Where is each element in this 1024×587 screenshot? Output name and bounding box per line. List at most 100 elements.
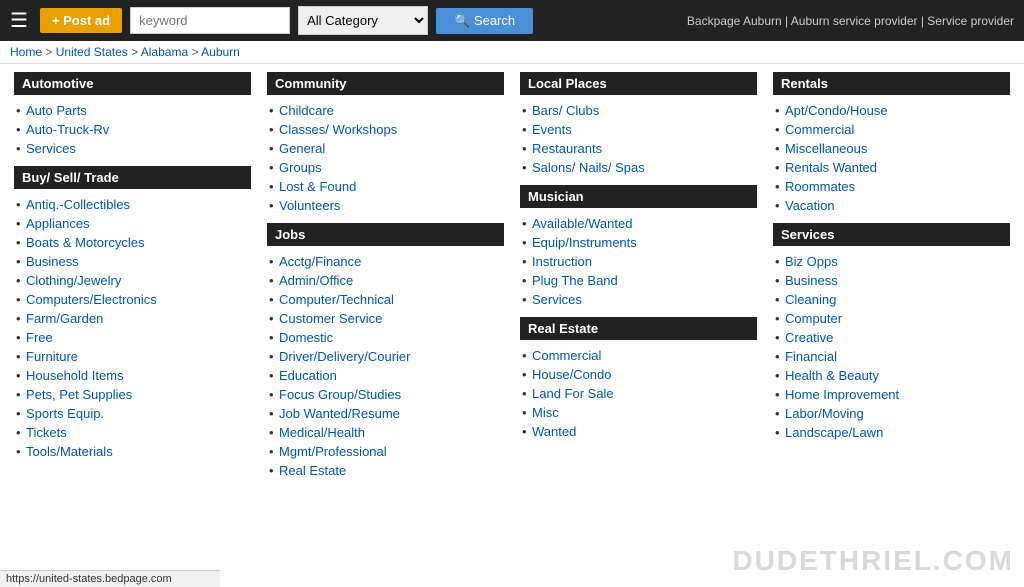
category-link[interactable]: Customer Service bbox=[279, 311, 382, 326]
category-link[interactable]: Furniture bbox=[26, 349, 78, 364]
list-item: Wanted bbox=[520, 422, 757, 441]
category-link[interactable]: Appliances bbox=[26, 216, 90, 231]
category-link[interactable]: Free bbox=[26, 330, 53, 345]
category-link[interactable]: Childcare bbox=[279, 103, 334, 118]
list-item: Creative bbox=[773, 328, 1010, 347]
category-link[interactable]: Available/Wanted bbox=[532, 216, 632, 231]
category-link[interactable]: Sports Equip. bbox=[26, 406, 104, 421]
category-list-4-1: Apt/Condo/House Commercial Miscellaneous Re… bbox=[773, 101, 1010, 215]
category-link[interactable]: Computer bbox=[785, 311, 842, 326]
category-link[interactable]: Instruction bbox=[532, 254, 592, 269]
category-link[interactable]: House/Condo bbox=[532, 367, 612, 382]
category-link[interactable]: Antiq.-Collectibles bbox=[26, 197, 130, 212]
breadcrumb-united-states[interactable]: United States bbox=[56, 45, 128, 59]
category-link[interactable]: Tickets bbox=[26, 425, 67, 440]
section-header-4-2: Services bbox=[773, 223, 1010, 246]
category-select[interactable]: All Category bbox=[298, 6, 428, 35]
list-item: Boats & Motorcycles bbox=[14, 233, 251, 252]
category-link[interactable]: Rentals Wanted bbox=[785, 160, 877, 175]
list-item: Commercial bbox=[773, 120, 1010, 139]
category-link[interactable]: Services bbox=[26, 141, 76, 156]
list-item: Clothing/Jewelry bbox=[14, 271, 251, 290]
category-link[interactable]: Lost & Found bbox=[279, 179, 356, 194]
category-link[interactable]: Pets, Pet Supplies bbox=[26, 387, 132, 402]
category-link[interactable]: Services bbox=[532, 292, 582, 307]
list-item: Roommates bbox=[773, 177, 1010, 196]
category-link[interactable]: Health & Beauty bbox=[785, 368, 879, 383]
category-link[interactable]: Events bbox=[532, 122, 572, 137]
category-link[interactable]: Auto Parts bbox=[26, 103, 87, 118]
category-link[interactable]: Labor/Moving bbox=[785, 406, 864, 421]
category-link[interactable]: Financial bbox=[785, 349, 837, 364]
list-item: Cleaning bbox=[773, 290, 1010, 309]
search-button[interactable]: 🔍 Search bbox=[436, 8, 533, 34]
category-link[interactable]: Focus Group/Studies bbox=[279, 387, 401, 402]
category-link[interactable]: Groups bbox=[279, 160, 322, 175]
category-link[interactable]: Commercial bbox=[532, 348, 601, 363]
list-item: Admin/Office bbox=[267, 271, 504, 290]
category-link[interactable]: Wanted bbox=[532, 424, 576, 439]
list-item: House/Condo bbox=[520, 365, 757, 384]
list-item: Groups bbox=[267, 158, 504, 177]
list-item: Auto Parts bbox=[14, 101, 251, 120]
category-link[interactable]: Vacation bbox=[785, 198, 835, 213]
list-item: Financial bbox=[773, 347, 1010, 366]
category-link[interactable]: Domestic bbox=[279, 330, 333, 345]
category-link[interactable]: Farm/Garden bbox=[26, 311, 103, 326]
category-link[interactable]: Computer/Technical bbox=[279, 292, 394, 307]
category-link[interactable]: Medical/Health bbox=[279, 425, 365, 440]
category-list-2-2: Acctg/Finance Admin/Office Computer/Techni… bbox=[267, 252, 504, 480]
category-link[interactable]: Roommates bbox=[785, 179, 855, 194]
breadcrumb: Home > United States > Alabama > Auburn bbox=[0, 41, 1024, 64]
category-link[interactable]: Clothing/Jewelry bbox=[26, 273, 121, 288]
category-link[interactable]: Boats & Motorcycles bbox=[26, 235, 145, 250]
breadcrumb-home[interactable]: Home bbox=[10, 45, 42, 59]
hamburger-icon[interactable]: ☰ bbox=[10, 8, 28, 33]
category-link[interactable]: Miscellaneous bbox=[785, 141, 867, 156]
category-link[interactable]: Acctg/Finance bbox=[279, 254, 361, 269]
category-link[interactable]: Equip/Instruments bbox=[532, 235, 637, 250]
category-link[interactable]: Apt/Condo/House bbox=[785, 103, 888, 118]
topbar: ☰ + Post ad All Category 🔍 Search Backpa… bbox=[0, 0, 1024, 41]
category-link[interactable]: Home Improvement bbox=[785, 387, 899, 402]
category-link[interactable]: Cleaning bbox=[785, 292, 836, 307]
category-link[interactable]: Plug The Band bbox=[532, 273, 618, 288]
breadcrumb-auburn[interactable]: Auburn bbox=[201, 45, 240, 59]
keyword-input[interactable] bbox=[130, 7, 290, 34]
category-link[interactable]: Landscape/Lawn bbox=[785, 425, 883, 440]
post-ad-button[interactable]: + Post ad bbox=[40, 8, 122, 33]
category-link[interactable]: Business bbox=[785, 273, 838, 288]
site-title: Backpage Auburn | Auburn service provide… bbox=[687, 14, 1014, 28]
list-item: Misc bbox=[520, 403, 757, 422]
category-link[interactable]: Volunteers bbox=[279, 198, 340, 213]
list-item: Tools/Materials bbox=[14, 442, 251, 461]
category-link[interactable]: Real Estate bbox=[279, 463, 346, 478]
section-header-1-2: Buy/ Sell/ Trade bbox=[14, 166, 251, 189]
category-link[interactable]: Job Wanted/Resume bbox=[279, 406, 400, 421]
category-link[interactable]: Salons/ Nails/ Spas bbox=[532, 160, 645, 175]
category-link[interactable]: Household Items bbox=[26, 368, 124, 383]
category-link[interactable]: Business bbox=[26, 254, 79, 269]
category-link[interactable]: Bars/ Clubs bbox=[532, 103, 599, 118]
category-link[interactable]: General bbox=[279, 141, 325, 156]
category-link[interactable]: Commercial bbox=[785, 122, 854, 137]
category-link[interactable]: Creative bbox=[785, 330, 833, 345]
list-item: Lost & Found bbox=[267, 177, 504, 196]
section-header-3-2: Musician bbox=[520, 185, 757, 208]
category-link[interactable]: Admin/Office bbox=[279, 273, 353, 288]
category-link[interactable]: Auto-Truck-Rv bbox=[26, 122, 109, 137]
list-item: Equip/Instruments bbox=[520, 233, 757, 252]
category-link[interactable]: Computers/Electronics bbox=[26, 292, 157, 307]
category-link[interactable]: Mgmt/Professional bbox=[279, 444, 387, 459]
category-link[interactable]: Biz Opps bbox=[785, 254, 838, 269]
category-link[interactable]: Land For Sale bbox=[532, 386, 614, 401]
category-link[interactable]: Education bbox=[279, 368, 337, 383]
breadcrumb-alabama[interactable]: Alabama bbox=[141, 45, 188, 59]
category-list-3-3: Commercial House/Condo Land For Sale Misc Wa… bbox=[520, 346, 757, 441]
category-link[interactable]: Misc bbox=[532, 405, 559, 420]
category-link[interactable]: Restaurants bbox=[532, 141, 602, 156]
category-link[interactable]: Classes/ Workshops bbox=[279, 122, 397, 137]
list-item: Medical/Health bbox=[267, 423, 504, 442]
category-link[interactable]: Driver/Delivery/Courier bbox=[279, 349, 410, 364]
category-link[interactable]: Tools/Materials bbox=[26, 444, 113, 459]
